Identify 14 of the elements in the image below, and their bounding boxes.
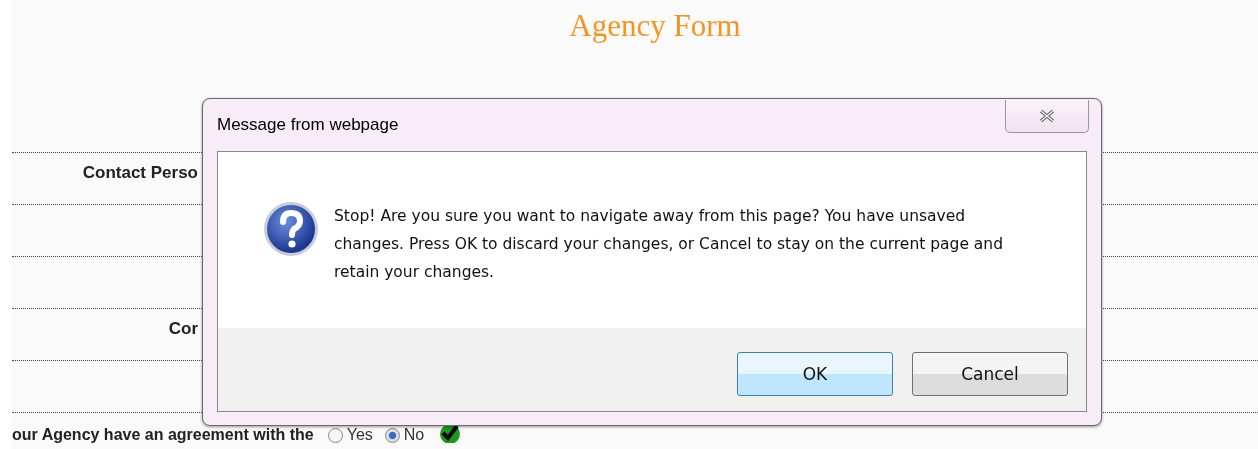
page-title: Agency Form [569, 8, 741, 45]
dialog-button[interactable]: Cancel [912, 352, 1068, 396]
dialog-message: Stop! Are you sure you want to navigate away from this page? You have unsaved changes. Press OK to discard your changes, or Cancel to stay on the current page and retain your changes. [334, 206, 1005, 283]
option-label: Yes [346, 426, 373, 444]
close-button[interactable] [1005, 100, 1089, 133]
radio-button[interactable] [384, 427, 400, 443]
option-label: No [403, 426, 425, 444]
field-label: Contact Perso [82, 163, 198, 183]
radio-button[interactable] [327, 427, 343, 443]
field-label: Cor [168, 319, 198, 339]
question-text: our Agency have an agreement with the [12, 426, 314, 444]
dialog-button[interactable]: OK [737, 352, 893, 396]
dialog-title: Message from webpage [217, 115, 399, 135]
question-icon [263, 201, 319, 257]
